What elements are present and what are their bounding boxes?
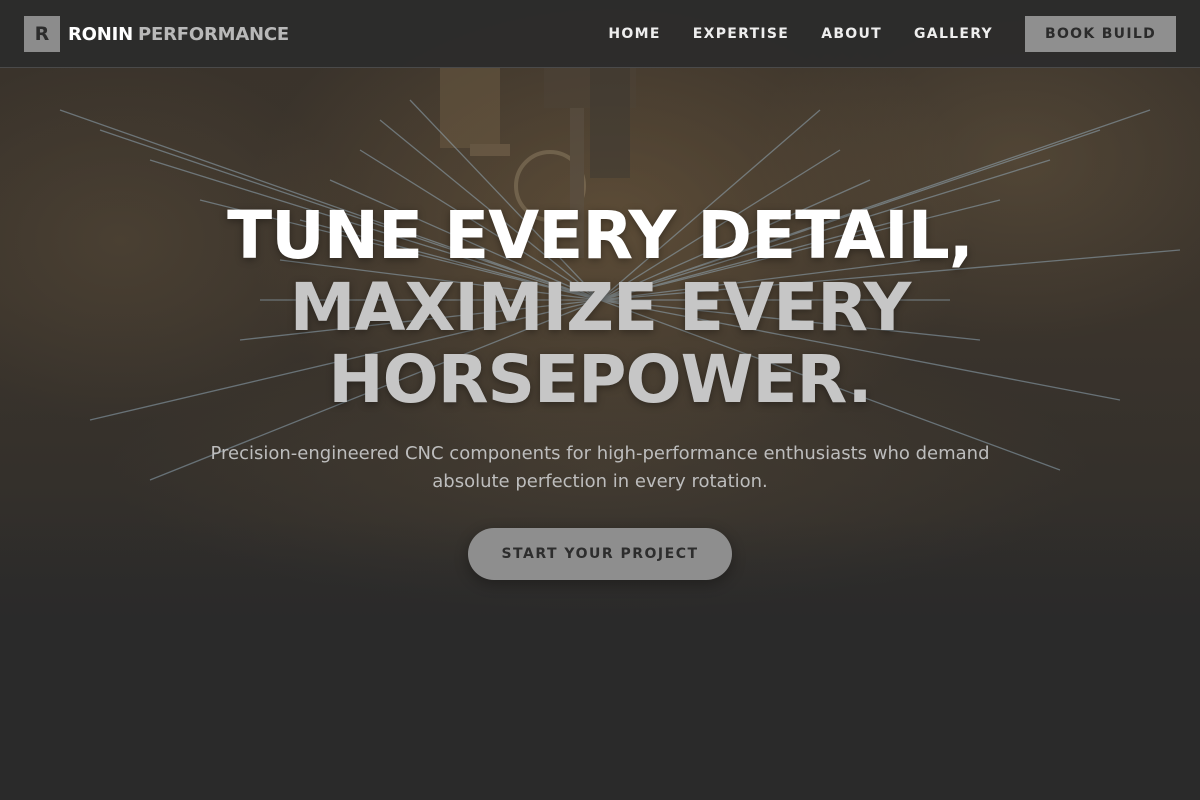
hero-headline-line1: TUNE EVERY DETAIL, (227, 197, 974, 274)
brand-logo[interactable]: R RONIN PERFORMANCE (24, 16, 289, 52)
site-header: R RONIN PERFORMANCE HOME EXPERTISE ABOUT … (0, 0, 1200, 68)
hero-headline: TUNE EVERY DETAIL, MAXIMIZE EVERY HORSEP… (0, 200, 1200, 416)
hero-subtext: Precision-engineered CNC components for … (210, 443, 990, 492)
main-nav: HOME EXPERTISE ABOUT GALLERY BOOK BUILD (608, 16, 1176, 52)
page: R RONIN PERFORMANCE HOME EXPERTISE ABOUT … (0, 0, 1200, 800)
nav-about-link[interactable]: ABOUT (821, 26, 882, 42)
hero-section: TUNE EVERY DETAIL, MAXIMIZE EVERY HORSEP… (0, 200, 1200, 580)
brand-logo-mark: R (24, 16, 60, 52)
hero-headline-line2: MAXIMIZE EVERY (289, 269, 912, 346)
nav-home-link[interactable]: HOME (608, 26, 660, 42)
book-build-button[interactable]: BOOK BUILD (1025, 16, 1176, 52)
hero-headline-line3: HORSEPOWER. (328, 341, 872, 418)
brand-name: RONIN PERFORMANCE (68, 24, 289, 45)
nav-expertise-link[interactable]: EXPERTISE (693, 26, 789, 42)
start-project-button[interactable]: START YOUR PROJECT (468, 528, 732, 580)
nav-gallery-link[interactable]: GALLERY (914, 26, 993, 42)
brand-name-light: PERFORMANCE (138, 23, 290, 45)
brand-name-strong: RONIN (68, 23, 133, 45)
